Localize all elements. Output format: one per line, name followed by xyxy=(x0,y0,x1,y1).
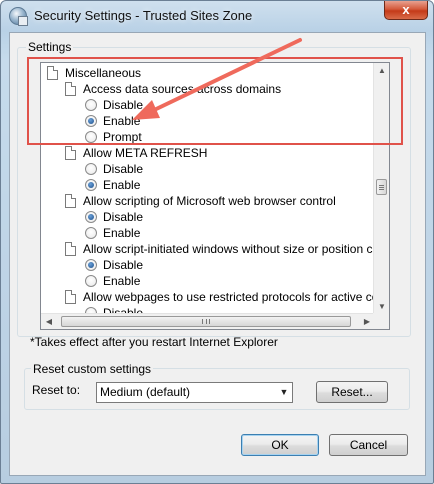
document-icon xyxy=(65,290,76,304)
setting-row-label: Allow script-initiated windows without s… xyxy=(83,242,375,256)
setting-category-row: Allow scripting of Microsoft web browser… xyxy=(41,193,375,209)
reset-level-value: Medium (default) xyxy=(100,385,191,399)
annotation-highlight-box xyxy=(27,57,403,145)
reset-level-dropdown[interactable]: Medium (default) ▼ xyxy=(96,382,293,403)
setting-row-label: Disable xyxy=(103,210,144,224)
setting-row-label: Enable xyxy=(103,226,141,240)
setting-category-row: Allow script-initiated windows without s… xyxy=(41,241,375,257)
setting-option-row[interactable]: Disable xyxy=(41,257,375,273)
setting-category-row: Allow webpages to use restricted protoco… xyxy=(41,289,375,305)
close-button[interactable]: x xyxy=(384,1,428,20)
document-icon xyxy=(65,242,76,256)
reset-to-label: Reset to: xyxy=(32,383,81,397)
setting-row-label: Allow scripting of Microsoft web browser… xyxy=(83,194,336,208)
setting-row-label: Enable xyxy=(103,178,141,192)
horizontal-scrollbar[interactable]: ◀ ▶ xyxy=(41,313,375,329)
title-bar[interactable]: Security Settings - Trusted Sites Zone x xyxy=(1,1,433,31)
restart-note: *Takes effect after you restart Internet… xyxy=(30,335,278,349)
radio-unchecked-icon[interactable] xyxy=(85,275,97,287)
setting-option-row[interactable]: Disable xyxy=(41,209,375,225)
horizontal-scroll-thumb[interactable] xyxy=(61,316,351,327)
scrollbar-corner xyxy=(373,313,389,329)
ok-button[interactable]: OK xyxy=(241,434,319,456)
setting-row-label: Enable xyxy=(103,274,141,288)
chevron-down-icon[interactable]: ▼ xyxy=(276,383,292,402)
setting-row-label: Allow webpages to use restricted protoco… xyxy=(83,290,375,304)
radio-checked-icon[interactable] xyxy=(85,179,97,191)
document-icon xyxy=(65,146,76,160)
window-title: Security Settings - Trusted Sites Zone xyxy=(34,8,253,23)
setting-option-row[interactable]: Enable xyxy=(41,177,375,193)
radio-unchecked-icon[interactable] xyxy=(85,227,97,239)
radio-checked-icon[interactable] xyxy=(85,211,97,223)
radio-unchecked-icon[interactable] xyxy=(85,163,97,175)
cancel-button[interactable]: Cancel xyxy=(329,434,408,456)
setting-row-label: Disable xyxy=(103,258,144,272)
setting-option-row[interactable]: Enable xyxy=(41,225,375,241)
setting-option-row[interactable]: Disable xyxy=(41,161,375,177)
setting-row-label: Disable xyxy=(103,162,144,176)
document-icon xyxy=(65,194,76,208)
setting-row-label: Allow META REFRESH xyxy=(83,146,208,160)
settings-group-label: Settings xyxy=(26,40,74,54)
vertical-scroll-thumb[interactable] xyxy=(376,179,387,195)
radio-checked-icon[interactable] xyxy=(85,259,97,271)
setting-option-row[interactable]: Enable xyxy=(41,273,375,289)
scroll-left-arrow-icon[interactable]: ◀ xyxy=(41,314,57,329)
reset-button[interactable]: Reset... xyxy=(316,381,388,403)
security-shield-icon xyxy=(9,7,28,26)
reset-group-label: Reset custom settings xyxy=(31,362,154,376)
setting-category-row: Allow META REFRESH xyxy=(41,145,375,161)
